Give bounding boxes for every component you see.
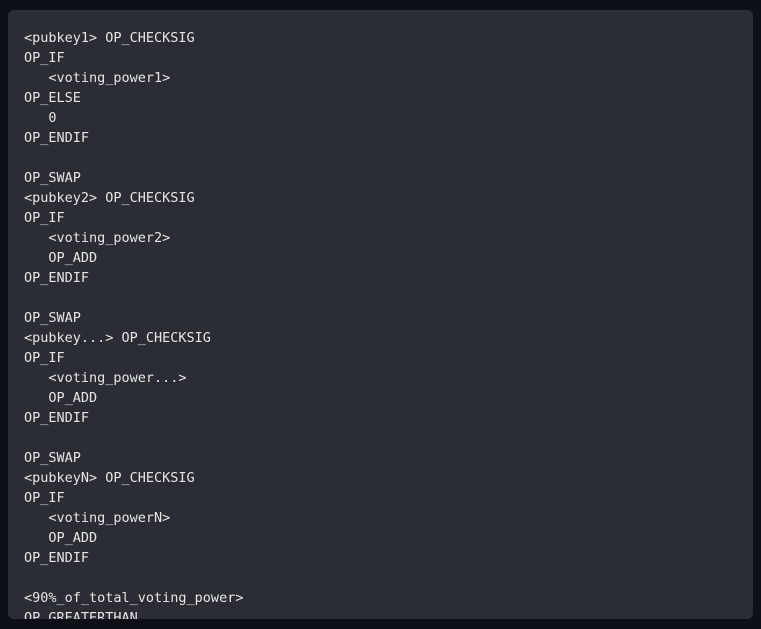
code-content: <pubkey1> OP_CHECKSIG OP_IF <voting_powe… xyxy=(24,30,243,619)
code-block: <pubkey1> OP_CHECKSIG OP_IF <voting_powe… xyxy=(8,10,753,619)
